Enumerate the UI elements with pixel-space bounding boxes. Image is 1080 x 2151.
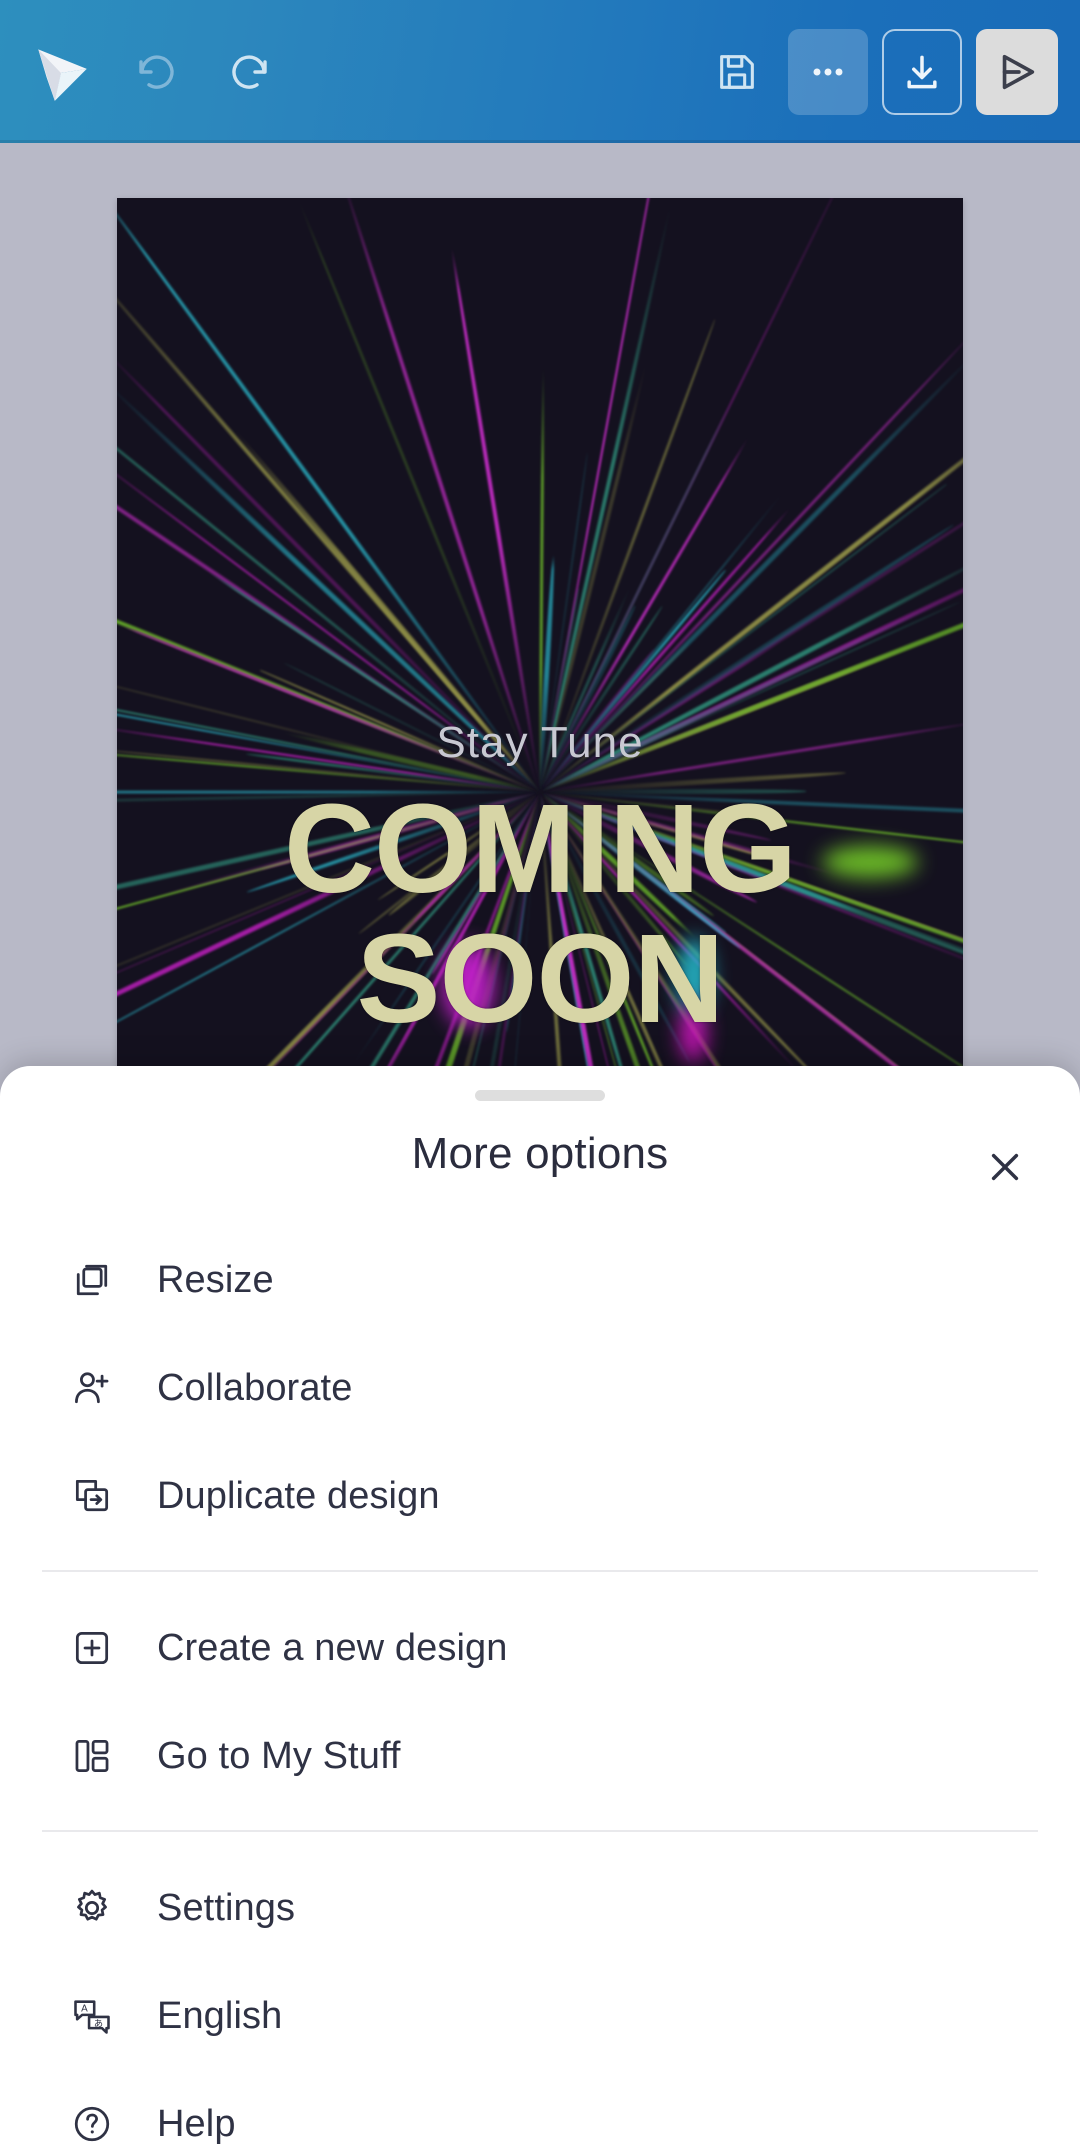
duplicate-icon	[69, 1473, 115, 1519]
editor-toolbar	[0, 0, 1080, 143]
translate-icon: A あ	[69, 1993, 115, 2039]
menu-item-label: English	[157, 1994, 283, 2037]
menu-item-help[interactable]: Help	[0, 2070, 1080, 2151]
menu-item-label: Help	[157, 2102, 236, 2145]
menu-item-english[interactable]: A あ English	[0, 1962, 1080, 2070]
menu-item-label: Collaborate	[157, 1366, 353, 1409]
send-icon	[1002, 54, 1035, 89]
menu-item-label: Duplicate design	[157, 1474, 440, 1517]
poster-text-block: Stay Tune COMING SOON	[117, 718, 963, 1042]
toolbar-left-group	[0, 32, 286, 112]
menu-divider-2	[42, 1830, 1038, 1832]
menu-item-label: Settings	[157, 1886, 296, 1929]
svg-text:A: A	[81, 2004, 88, 2015]
light-ray	[449, 245, 543, 792]
undo-arrow-icon	[139, 54, 174, 89]
question-circle-icon	[69, 2101, 115, 2147]
redo-button[interactable]	[212, 35, 286, 109]
menu-item-resize[interactable]: Resize	[0, 1226, 1080, 1334]
menu-item-create-new-design[interactable]: Create a new design	[0, 1594, 1080, 1702]
ellipsis-icon	[813, 68, 843, 75]
plus-square-icon	[69, 1625, 115, 1671]
share-button[interactable]	[976, 28, 1058, 115]
paper-plane-logo-icon	[38, 48, 87, 101]
floppy-disk-icon	[720, 54, 754, 89]
light-ray	[336, 198, 542, 793]
toolbar-right-group	[700, 28, 1080, 115]
menu-item-go-to-my-stuff[interactable]: Go to My Stuff	[0, 1702, 1080, 1810]
download-button[interactable]	[882, 28, 962, 115]
close-icon	[991, 1153, 1019, 1181]
menu-divider-1	[42, 1570, 1038, 1572]
resize-icon	[69, 1257, 115, 1303]
more-options-button[interactable]	[788, 28, 868, 115]
menu-item-label: Go to My Stuff	[157, 1734, 401, 1777]
download-icon	[907, 55, 937, 88]
undo-button[interactable]	[120, 35, 194, 109]
redo-arrow-icon	[232, 54, 267, 89]
menu-item-collaborate[interactable]: Collaborate	[0, 1334, 1080, 1442]
poster-headline-line2: SOON	[356, 908, 724, 1049]
app-root: Stay Tune COMING SOON More options Resiz…	[0, 0, 1080, 2151]
save-button[interactable]	[700, 35, 774, 109]
gear-icon	[69, 1885, 115, 1931]
menu-item-settings[interactable]: Settings	[0, 1854, 1080, 1962]
more-options-sheet: More options Resize Collaborate Duplicat…	[0, 1066, 1080, 2151]
options-menu: Resize Collaborate Duplicate design Crea…	[0, 1218, 1080, 2151]
sheet-title: More options	[411, 1129, 669, 1178]
menu-item-duplicate-design[interactable]: Duplicate design	[0, 1442, 1080, 1550]
close-button[interactable]	[966, 1128, 1044, 1206]
paper-plane-logo[interactable]	[22, 32, 102, 112]
poster-headline-line1: COMING	[284, 778, 797, 919]
menu-item-label: Resize	[157, 1258, 274, 1301]
layout-grid-icon	[69, 1733, 115, 1779]
sheet-header: More options	[0, 1066, 1080, 1218]
svg-text:あ: あ	[94, 2018, 103, 2029]
poster-tagline: Stay Tune	[436, 718, 644, 767]
menu-item-label: Create a new design	[157, 1626, 508, 1669]
person-add-icon	[69, 1365, 115, 1411]
